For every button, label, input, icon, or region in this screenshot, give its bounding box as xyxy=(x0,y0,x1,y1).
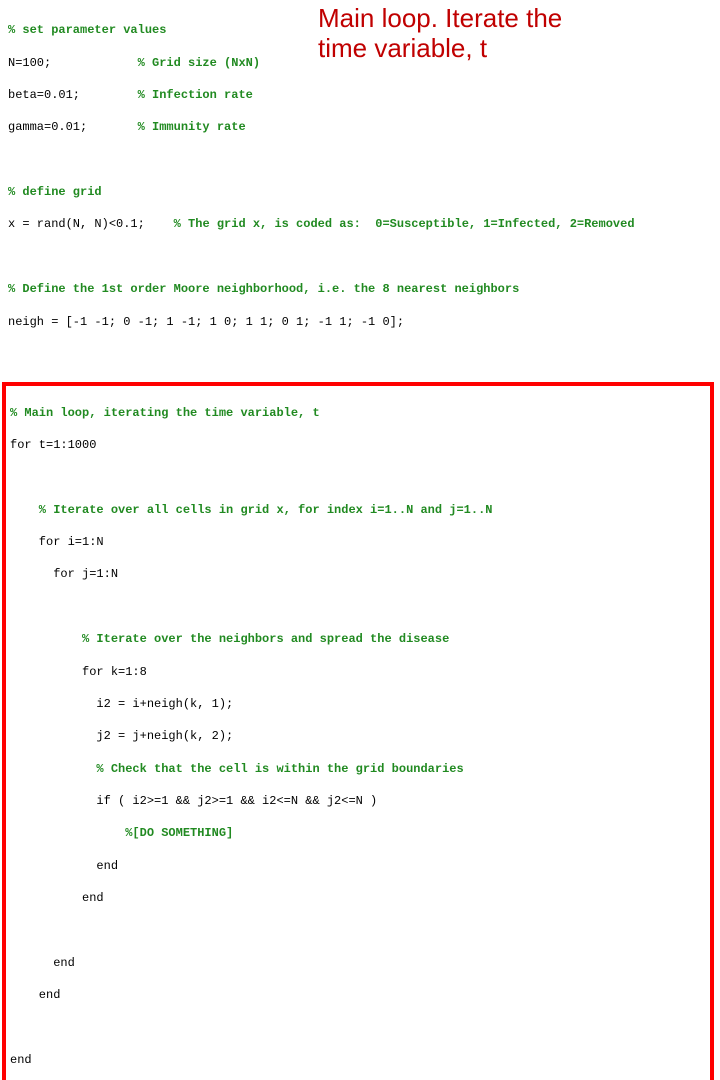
comment-line: % Define the 1st order Moore neighborhoo… xyxy=(8,281,712,297)
blank-line xyxy=(8,152,712,168)
blank-line xyxy=(10,923,706,939)
comment-line: %[DO SOMETHING] xyxy=(10,825,706,841)
code-line: end xyxy=(10,1052,706,1068)
callout-line-2: time variable, t xyxy=(318,34,562,64)
code-line: x = rand(N, N)<0.1; % The grid x, is cod… xyxy=(8,216,712,232)
code-line: neigh = [-1 -1; 0 -1; 1 -1; 1 0; 1 1; 0 … xyxy=(8,314,712,330)
code-line: beta=0.01; % Infection rate xyxy=(8,87,712,103)
comment-line: % Iterate over all cells in grid x, for … xyxy=(10,502,706,518)
code-line: end xyxy=(10,858,706,874)
callout-annotation: Main loop. Iterate the time variable, t xyxy=(318,4,562,64)
blank-line xyxy=(10,599,706,615)
code-line: for j=1:N xyxy=(10,566,706,582)
code-line: if ( i2>=1 && j2>=1 && i2<=N && j2<=N ) xyxy=(10,793,706,809)
comment-line: % Check that the cell is within the grid… xyxy=(10,761,706,777)
blank-line xyxy=(8,346,712,362)
code-line: gamma=0.01; % Immunity rate xyxy=(8,119,712,135)
comment-line: % Iterate over the neighbors and spread … xyxy=(10,631,706,647)
main-loop-highlight-box: % Main loop, iterating the time variable… xyxy=(2,382,714,1080)
code-line: end xyxy=(10,955,706,971)
code-line: for k=1:8 xyxy=(10,664,706,680)
blank-line xyxy=(10,1020,706,1036)
code-line: j2 = j+neigh(k, 2); xyxy=(10,728,706,744)
code-line: end xyxy=(10,987,706,1003)
blank-line xyxy=(10,469,706,485)
code-line: end xyxy=(10,890,706,906)
code-line: i2 = i+neigh(k, 1); xyxy=(10,696,706,712)
code-line: for t=1:1000 xyxy=(10,437,706,453)
comment-line: % define grid xyxy=(8,184,712,200)
callout-line-1: Main loop. Iterate the xyxy=(318,4,562,34)
code-line: for i=1:N xyxy=(10,534,706,550)
blank-line xyxy=(8,249,712,265)
comment-line: % Main loop, iterating the time variable… xyxy=(10,405,706,421)
